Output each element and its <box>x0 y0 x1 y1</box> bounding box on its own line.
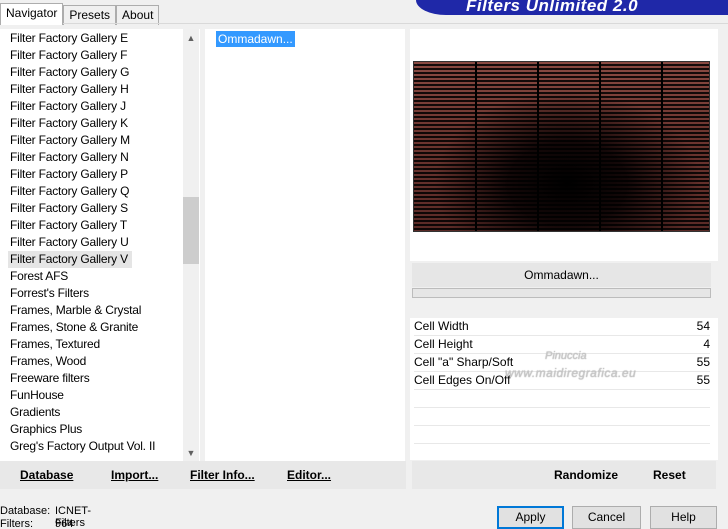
watermark-name: Pinuccia <box>545 350 587 362</box>
list-item[interactable]: Forrest's Filters <box>10 285 89 302</box>
param-row-empty <box>414 443 710 444</box>
preview-grid-line <box>599 62 601 231</box>
filters-label: Filters: <box>0 518 33 529</box>
apply-button[interactable]: Apply <box>497 506 564 529</box>
param-value[interactable]: 55 <box>697 354 710 371</box>
filter-list-scrollbar[interactable]: ▲ ▼ <box>183 29 199 461</box>
tab-bar: Navigator Presets About <box>0 3 160 25</box>
import-button[interactable]: Import... <box>111 468 158 482</box>
tab-presets[interactable]: Presets <box>63 5 117 25</box>
list-item[interactable]: Filter Factory Gallery U <box>10 234 129 251</box>
param-value[interactable]: 55 <box>697 372 710 389</box>
parameter-list: Cell Width 54 Cell Height 4 Cell "a" Sha… <box>410 318 718 460</box>
list-item[interactable]: Freeware filters <box>10 370 90 387</box>
list-item[interactable]: Filter Factory Gallery P <box>10 166 128 183</box>
list-item[interactable]: Filter Factory Gallery E <box>10 30 128 47</box>
preview-grid-line <box>475 62 477 231</box>
watermark-url: www.maidiregrafica.eu <box>505 366 637 380</box>
filter-list[interactable]: Ommadawn... <box>205 29 405 461</box>
tab-divider <box>0 23 728 24</box>
help-button[interactable]: Help <box>650 506 717 529</box>
param-value[interactable]: 4 <box>703 336 710 353</box>
app-banner: Filters Unlimited 2.0 <box>416 0 728 15</box>
banner-title: Filters Unlimited 2.0 <box>466 0 639 15</box>
randomize-button[interactable]: Randomize <box>554 468 618 482</box>
list-item[interactable]: Forest AFS <box>10 268 68 285</box>
scroll-thumb[interactable] <box>183 197 199 264</box>
list-item[interactable]: Filter Factory Gallery T <box>10 217 127 234</box>
list-item-selected[interactable]: Filter Factory Gallery V <box>8 251 132 268</box>
editor-button[interactable]: Editor... <box>287 468 331 482</box>
list-item[interactable]: Filter Factory Gallery G <box>10 64 129 81</box>
list-item[interactable]: Filter Factory Gallery K <box>10 115 128 132</box>
param-row-empty <box>414 407 710 408</box>
param-name: Cell "a" Sharp/Soft <box>414 355 514 369</box>
param-row-cell-width[interactable]: Cell Width 54 <box>414 318 710 336</box>
cancel-button[interactable]: Cancel <box>572 506 641 529</box>
list-item[interactable]: Frames, Marble & Crystal <box>10 302 141 319</box>
preview-image <box>413 61 710 232</box>
scroll-up-icon[interactable]: ▲ <box>183 29 199 46</box>
preview-grid-line <box>661 62 663 231</box>
database-button[interactable]: Database <box>20 468 73 482</box>
list-item[interactable]: Frames, Textured <box>10 336 100 353</box>
list-item[interactable]: Filter Factory Gallery F <box>10 47 127 64</box>
param-name: Cell Width <box>414 319 469 333</box>
tab-about[interactable]: About <box>116 5 160 25</box>
navigator-toolbar: Database Import... Filter Info... Editor… <box>0 461 406 489</box>
filters-count: 964 <box>55 518 74 529</box>
reset-button[interactable]: Reset <box>653 468 686 482</box>
list-item[interactable]: Filter Factory Gallery J <box>10 98 126 115</box>
tab-navigator[interactable]: Navigator <box>0 3 64 25</box>
param-name: Cell Height <box>414 337 473 351</box>
filter-item-selected[interactable]: Ommadawn... <box>216 31 295 47</box>
parameter-toolbar: Randomize Reset <box>412 461 716 489</box>
filter-category-list[interactable]: Filter Factory Gallery E Filter Factory … <box>0 29 200 461</box>
param-row-empty <box>414 425 710 426</box>
current-filter-name: Ommadawn... <box>412 263 711 287</box>
list-item[interactable]: Filter Factory Gallery M <box>10 132 130 149</box>
list-item[interactable]: Gradients <box>10 404 60 421</box>
list-item[interactable]: Frames, Stone & Granite <box>10 319 138 336</box>
preview-grid-line <box>537 62 539 231</box>
list-item[interactable]: Graphics Plus <box>10 421 82 438</box>
filter-info-button[interactable]: Filter Info... <box>190 468 255 482</box>
list-item[interactable]: FunHouse <box>10 387 64 404</box>
list-item[interactable]: Filter Factory Gallery S <box>10 200 128 217</box>
param-name: Cell Edges On/Off <box>414 373 511 387</box>
database-label: Database: <box>0 505 51 517</box>
list-item[interactable]: Frames, Wood <box>10 353 86 370</box>
list-item[interactable]: Filter Factory Gallery N <box>10 149 129 166</box>
list-item[interactable]: Filter Factory Gallery Q <box>10 183 129 200</box>
param-value[interactable]: 54 <box>697 318 710 335</box>
scroll-down-icon[interactable]: ▼ <box>183 444 199 461</box>
list-item[interactable]: Greg's Factory Output Vol. II <box>10 438 155 455</box>
list-item[interactable]: Filter Factory Gallery H <box>10 81 129 98</box>
progress-bar <box>412 288 711 298</box>
